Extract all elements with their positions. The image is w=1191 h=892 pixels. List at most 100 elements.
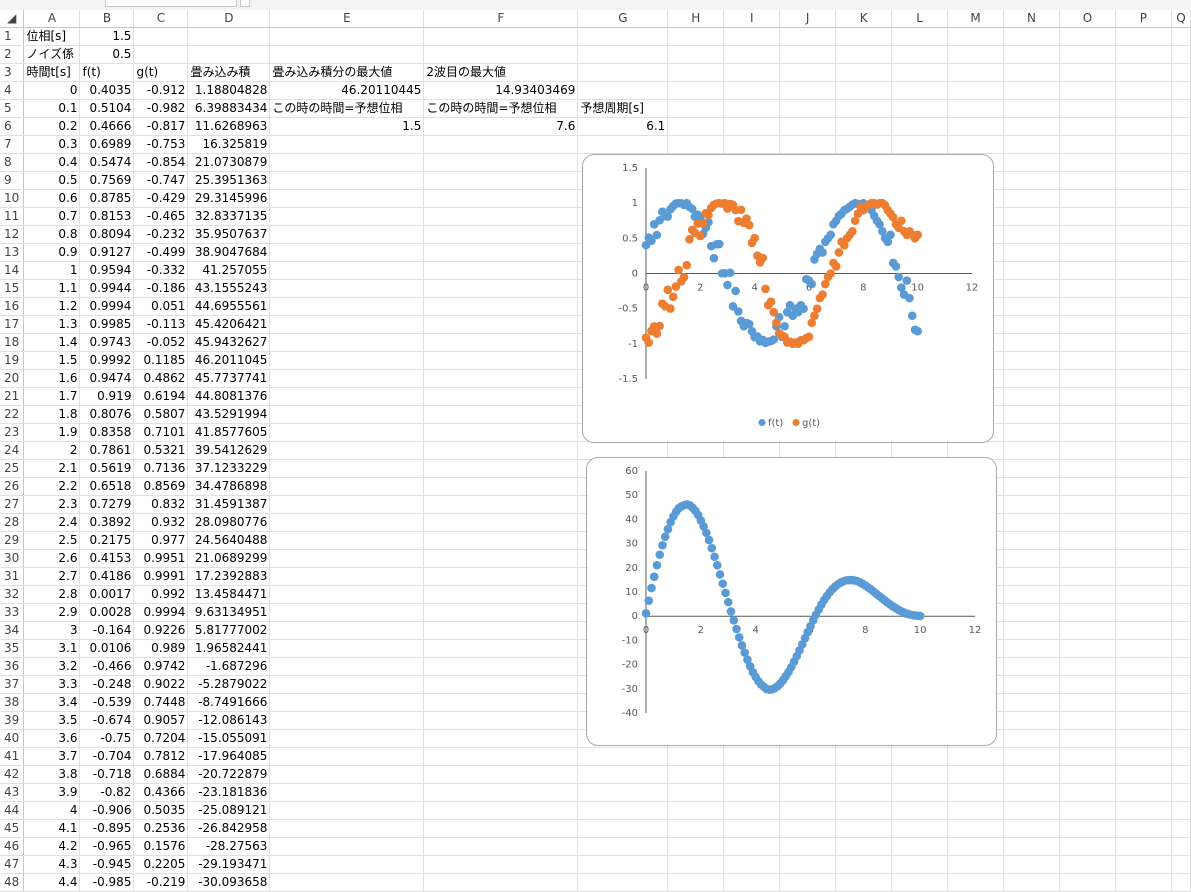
cell-n21[interactable] (1003, 387, 1060, 406)
cell-b47[interactable]: -0.945 (79, 855, 135, 874)
cell-n34[interactable] (1003, 621, 1060, 640)
cell-n19[interactable] (1003, 351, 1060, 370)
cell-f41[interactable] (423, 747, 579, 766)
cell-l42[interactable] (891, 765, 949, 784)
cell-b14[interactable]: 0.9594 (79, 261, 135, 280)
cell-p33[interactable] (1115, 603, 1172, 622)
row-header[interactable]: 31 (0, 567, 25, 586)
cell-e12[interactable] (269, 225, 425, 244)
cell-e20[interactable] (269, 369, 425, 388)
cell-q1[interactable] (1171, 27, 1191, 46)
row-header[interactable]: 3 (0, 63, 25, 82)
column-header-o[interactable]: O (1059, 10, 1116, 28)
cell-h44[interactable] (667, 801, 725, 820)
cell-b23[interactable]: 0.8358 (79, 423, 135, 442)
cell-q3[interactable] (1171, 63, 1191, 82)
cell-p20[interactable] (1115, 369, 1172, 388)
cell-d13[interactable]: 38.9047684 (187, 243, 271, 262)
cell-f2[interactable] (423, 45, 579, 64)
cell-q25[interactable] (1171, 459, 1191, 478)
cell-c47[interactable]: 0.2205 (133, 855, 189, 874)
cell-i5[interactable] (723, 99, 781, 118)
cell-d17[interactable]: 45.4206421 (187, 315, 271, 334)
cell-f1[interactable] (423, 27, 579, 46)
cell-d40[interactable]: -15.055091 (187, 729, 271, 748)
row-header[interactable]: 25 (0, 459, 25, 478)
cell-f22[interactable] (423, 405, 579, 424)
cell-p39[interactable] (1115, 711, 1172, 730)
cell-q17[interactable] (1171, 315, 1191, 334)
cell-a4[interactable]: 0 (23, 81, 81, 100)
cell-h6[interactable] (667, 117, 725, 136)
cell-c31[interactable]: 0.9991 (133, 567, 189, 586)
cell-f33[interactable] (423, 603, 579, 622)
cell-b41[interactable]: -0.704 (79, 747, 135, 766)
cell-i48[interactable] (723, 873, 781, 892)
cell-g1[interactable] (577, 27, 669, 46)
cell-i41[interactable] (723, 747, 781, 766)
cell-d44[interactable]: -25.089121 (187, 801, 271, 820)
cell-a8[interactable]: 0.4 (23, 153, 81, 172)
cell-a38[interactable]: 3.4 (23, 693, 81, 712)
cell-m1[interactable] (947, 27, 1005, 46)
cell-d15[interactable]: 43.1555243 (187, 279, 271, 298)
cell-m42[interactable] (947, 765, 1005, 784)
cell-i6[interactable] (723, 117, 781, 136)
cell-f45[interactable] (423, 819, 579, 838)
cell-f28[interactable] (423, 513, 579, 532)
cell-j45[interactable] (779, 819, 837, 838)
cell-f21[interactable] (423, 387, 579, 406)
cell-q5[interactable] (1171, 99, 1191, 118)
cell-g5[interactable]: 予想周期[s] (577, 99, 669, 118)
cell-c18[interactable]: -0.052 (133, 333, 189, 352)
cell-i3[interactable] (723, 63, 781, 82)
cell-g46[interactable] (577, 837, 669, 856)
cell-j3[interactable] (779, 63, 837, 82)
cell-f30[interactable] (423, 549, 579, 568)
cell-g3[interactable] (577, 63, 669, 82)
cell-p17[interactable] (1115, 315, 1172, 334)
cell-p25[interactable] (1115, 459, 1172, 478)
cell-c30[interactable]: 0.9951 (133, 549, 189, 568)
cell-n23[interactable] (1003, 423, 1060, 442)
cell-b15[interactable]: 0.9944 (79, 279, 135, 298)
cell-d21[interactable]: 44.8081376 (187, 387, 271, 406)
cell-a16[interactable]: 1.2 (23, 297, 81, 316)
cell-o42[interactable] (1059, 765, 1116, 784)
cell-b26[interactable]: 0.6518 (79, 477, 135, 496)
cell-e41[interactable] (269, 747, 425, 766)
cell-e34[interactable] (269, 621, 425, 640)
cell-l2[interactable] (891, 45, 949, 64)
cell-d33[interactable]: 9.63134951 (187, 603, 271, 622)
cell-o32[interactable] (1059, 585, 1116, 604)
cell-g44[interactable] (577, 801, 669, 820)
column-header-d[interactable]: D (187, 10, 271, 28)
cell-m48[interactable] (947, 873, 1005, 892)
cell-q44[interactable] (1171, 801, 1191, 820)
chart-convolution[interactable]: -40-30-20-100102030405060024681012 (586, 457, 997, 746)
cell-f17[interactable] (423, 315, 579, 334)
cell-q29[interactable] (1171, 531, 1191, 550)
cell-q21[interactable] (1171, 387, 1191, 406)
cell-b13[interactable]: 0.9127 (79, 243, 135, 262)
cell-o46[interactable] (1059, 837, 1116, 856)
cell-n46[interactable] (1003, 837, 1060, 856)
cell-b5[interactable]: 0.5104 (79, 99, 135, 118)
cell-p40[interactable] (1115, 729, 1172, 748)
cell-e15[interactable] (269, 279, 425, 298)
cell-m44[interactable] (947, 801, 1005, 820)
cell-f20[interactable] (423, 369, 579, 388)
cell-q18[interactable] (1171, 333, 1191, 352)
cell-e33[interactable] (269, 603, 425, 622)
cell-c20[interactable]: 0.4862 (133, 369, 189, 388)
cell-o34[interactable] (1059, 621, 1116, 640)
cell-e26[interactable] (269, 477, 425, 496)
cell-p31[interactable] (1115, 567, 1172, 586)
row-header[interactable]: 1 (0, 27, 25, 46)
cell-b37[interactable]: -0.248 (79, 675, 135, 694)
cell-e38[interactable] (269, 693, 425, 712)
cell-f23[interactable] (423, 423, 579, 442)
cell-a25[interactable]: 2.1 (23, 459, 81, 478)
row-header[interactable]: 39 (0, 711, 25, 730)
cell-c4[interactable]: -0.912 (133, 81, 189, 100)
